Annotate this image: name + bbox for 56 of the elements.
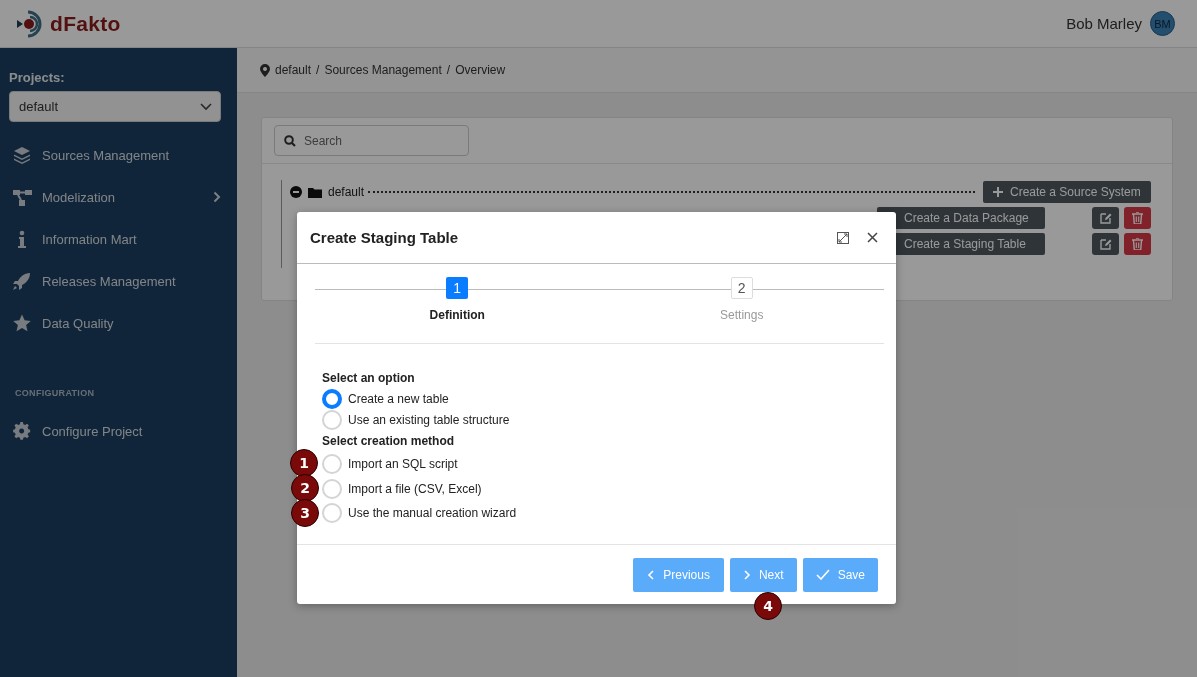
location-pin-icon <box>260 63 270 77</box>
option-label[interactable]: Create a new table <box>348 391 449 406</box>
maximize-button[interactable] <box>837 231 849 244</box>
sidebar-item[interactable]: Modelization <box>9 176 221 218</box>
chevron-left-icon <box>647 569 656 580</box>
user-name[interactable]: Bob Marley <box>1066 15 1142 32</box>
sidebar-item[interactable]: Configure Project <box>9 410 221 452</box>
close-button[interactable] <box>867 232 878 243</box>
check-icon <box>815 569 830 580</box>
action-button[interactable]: Create a Data Package <box>877 207 1045 229</box>
group-heading: Select creation method <box>322 434 456 448</box>
wizard-step[interactable]: 2 Settings <box>599 264 884 343</box>
hierarchy-icon <box>12 187 32 207</box>
delete-button[interactable] <box>1124 233 1151 255</box>
edit-icon <box>1099 212 1112 224</box>
project-select[interactable]: default <box>9 91 221 122</box>
option-label[interactable]: Use an existing table structure <box>348 412 510 427</box>
edit-button[interactable] <box>1092 233 1119 255</box>
breadcrumb-separator: / <box>316 63 320 77</box>
logo-text: dFakto <box>50 11 121 36</box>
option-label[interactable]: Import an SQL script <box>348 457 458 471</box>
breadcrumb-separator: / <box>446 63 451 77</box>
sidebar-item[interactable]: Data Quality <box>9 302 221 344</box>
gear-icon <box>12 421 32 441</box>
option-label[interactable]: Import a file (CSV, Excel) <box>348 482 482 496</box>
edit-button[interactable] <box>1092 207 1119 229</box>
sidebar-item[interactable]: Releases Management <box>9 260 221 302</box>
radio-button[interactable] <box>322 388 342 409</box>
rocket-icon <box>12 271 32 291</box>
group-heading: Select an option <box>322 371 416 385</box>
star-icon <box>12 313 32 333</box>
trash-icon <box>1132 238 1143 250</box>
chevron-right-icon <box>742 569 751 580</box>
action-button[interactable]: Create a Source System <box>983 181 1151 203</box>
folder-icon <box>308 186 322 198</box>
projects-label: Projects: <box>9 70 66 85</box>
wizard-step[interactable]: 1 Definition <box>315 264 600 343</box>
layers-icon <box>12 145 32 165</box>
plus-icon <box>993 187 1003 197</box>
trash-icon <box>1132 212 1143 224</box>
chevron-down-icon <box>200 102 212 111</box>
search-icon <box>284 135 296 147</box>
expand-icon <box>837 231 849 244</box>
breadcrumb-item[interactable]: default <box>275 63 312 77</box>
sidebar-item[interactable]: Information Mart <box>9 218 221 260</box>
breadcrumb-item[interactable]: Overview <box>455 63 506 77</box>
option-label[interactable]: Use the manual creation wizard <box>348 506 517 520</box>
delete-button[interactable] <box>1124 207 1151 229</box>
sidebar-item[interactable]: Sources Management <box>9 134 221 176</box>
section-heading: CONFIGURATION <box>15 388 96 398</box>
search-field[interactable]: Search <box>274 125 469 156</box>
tree-node-label[interactable]: default <box>328 185 365 199</box>
close-icon <box>867 232 878 243</box>
edit-icon <box>1099 238 1112 250</box>
dialog-title: Create Staging Table <box>310 229 460 246</box>
breadcrumb-item[interactable]: Sources Management <box>324 63 442 77</box>
